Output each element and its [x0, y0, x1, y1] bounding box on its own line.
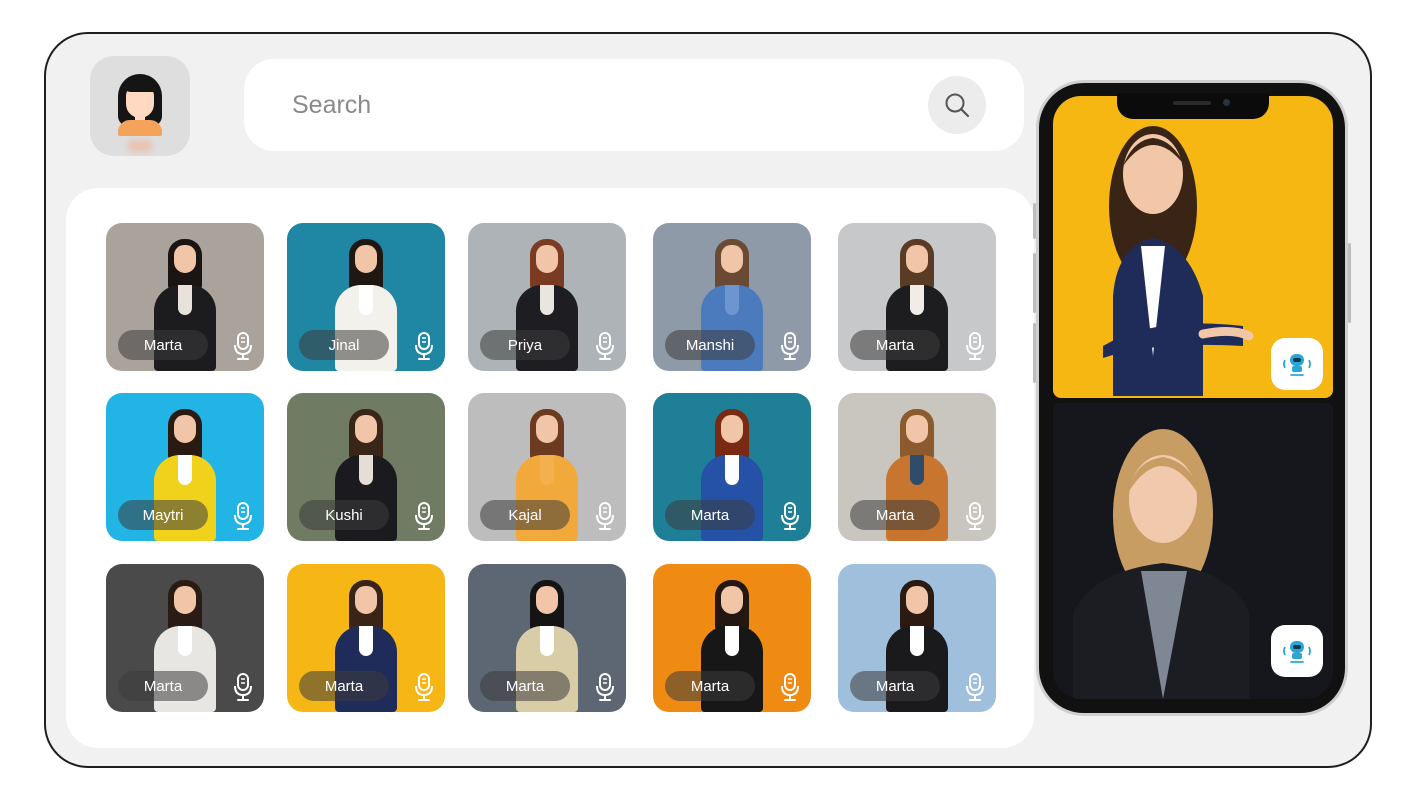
phone-notch: [1117, 93, 1269, 119]
microphone-icon[interactable]: [594, 331, 616, 361]
profile-card[interactable]: Maytri: [106, 393, 264, 541]
profile-name: Marta: [850, 671, 940, 701]
profile-card[interactable]: Marta: [468, 564, 626, 712]
search-icon: [945, 93, 970, 118]
microphone-icon[interactable]: [779, 331, 801, 361]
microphone-icon[interactable]: [594, 672, 616, 702]
microphone-icon[interactable]: [232, 672, 254, 702]
profile-name: Marta: [299, 671, 389, 701]
profile-name: Kajal: [480, 500, 570, 530]
microphone-icon[interactable]: [413, 672, 435, 702]
microphone-icon[interactable]: [413, 501, 435, 531]
voice-bot-icon: [1283, 641, 1311, 663]
profile-name: Manshi: [665, 330, 755, 360]
voice-bot-icon: [1283, 354, 1311, 376]
microphone-icon[interactable]: [594, 501, 616, 531]
microphone-icon[interactable]: [964, 501, 986, 531]
user-avatar[interactable]: [90, 56, 190, 156]
profile-name: Priya: [480, 330, 570, 360]
microphone-icon[interactable]: [232, 501, 254, 531]
microphone-icon[interactable]: [779, 672, 801, 702]
avatar-caption-blurred: [128, 140, 152, 152]
profile-card[interactable]: Marta: [838, 393, 996, 541]
profile-card[interactable]: Marta: [653, 564, 811, 712]
profile-name: Maytri: [118, 500, 208, 530]
search-bar: [244, 59, 1024, 151]
profile-name: Marta: [665, 500, 755, 530]
profile-card[interactable]: Kushi: [287, 393, 445, 541]
profile-card[interactable]: Marta: [287, 564, 445, 712]
profile-card[interactable]: Marta: [106, 223, 264, 371]
profile-card[interactable]: Manshi: [653, 223, 811, 371]
profile-name: Kushi: [299, 500, 389, 530]
microphone-icon[interactable]: [964, 331, 986, 361]
profile-name: Marta: [480, 671, 570, 701]
profile-card[interactable]: Marta: [838, 564, 996, 712]
microphone-icon[interactable]: [964, 672, 986, 702]
microphone-icon[interactable]: [779, 501, 801, 531]
profile-name: Marta: [118, 330, 208, 360]
voice-bot-button-top[interactable]: [1271, 338, 1323, 390]
profile-card[interactable]: Kajal: [468, 393, 626, 541]
microphone-icon[interactable]: [232, 331, 254, 361]
profile-name: Marta: [118, 671, 208, 701]
profile-card[interactable]: Priya: [468, 223, 626, 371]
profile-name: Marta: [665, 671, 755, 701]
video-tile-bottom[interactable]: [1053, 403, 1333, 699]
video-tile-top[interactable]: [1053, 96, 1333, 398]
search-button[interactable]: [928, 76, 986, 134]
phone-preview: [1033, 80, 1351, 716]
profile-name: Marta: [850, 330, 940, 360]
microphone-icon[interactable]: [413, 331, 435, 361]
profile-name: Jinal: [299, 330, 389, 360]
profile-card[interactable]: Marta: [653, 393, 811, 541]
search-input[interactable]: [292, 85, 892, 125]
profile-card[interactable]: Marta: [838, 223, 996, 371]
profile-grid: Marta Jinal Priya Manshi Marta Maytri Kushi Kaj…: [66, 188, 1034, 748]
profile-card[interactable]: Marta: [106, 564, 264, 712]
profile-name: Marta: [850, 500, 940, 530]
voice-bot-button-bottom[interactable]: [1271, 625, 1323, 677]
profile-card[interactable]: Jinal: [287, 223, 445, 371]
